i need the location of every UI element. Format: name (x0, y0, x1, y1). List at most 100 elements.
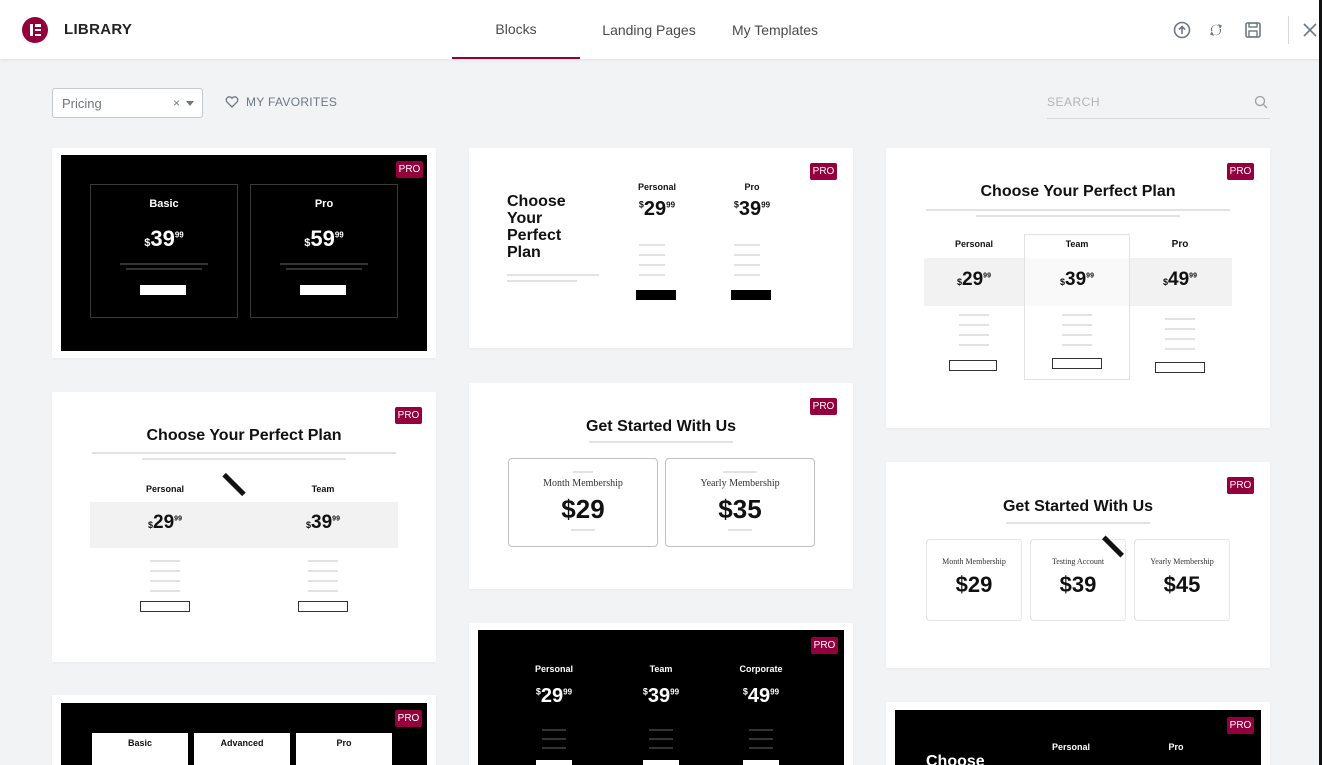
placeholder-text (1062, 334, 1092, 336)
plan-name: Yearly Membership (700, 478, 780, 489)
template-title: Get Started With Us (1002, 498, 1154, 515)
choose-button (636, 290, 676, 300)
placeholder-text (723, 471, 757, 473)
placeholder-text (1006, 522, 1150, 524)
placeholder-text (573, 471, 593, 473)
template-card-pricing-side-title[interactable]: PRO Choose Your Perfect Plan Personal Pr… (469, 148, 853, 348)
upload-icon[interactable] (1172, 20, 1192, 40)
placeholder-text (728, 529, 752, 531)
placeholder-text (649, 738, 673, 740)
category-select[interactable]: Pricing × (52, 88, 203, 118)
placeholder-text (571, 529, 595, 531)
plan-price: $45 (1163, 572, 1201, 597)
pro-badge: PRO (395, 407, 422, 424)
library-content: Pricing × MY FAVORITES SEARCH PRO Basic … (0, 59, 1320, 765)
plan-price: $3999 (733, 198, 771, 220)
library-tabs: Blocks Landing Pages My Templates (452, 0, 832, 59)
tab-my-templates[interactable]: My Templates (718, 0, 832, 59)
template-card-membership-three[interactable]: PRO Get Started With Us Month Membership… (886, 462, 1270, 668)
plan-price: $5999 (304, 226, 344, 251)
template-card-pricing-dark-two[interactable]: PRO Basic Pro $3999 $5999 (52, 148, 436, 358)
get-started-button (140, 601, 190, 612)
tab-blocks[interactable]: Blocks (452, 0, 580, 59)
elementor-logo-icon (22, 17, 48, 43)
heart-icon (225, 96, 239, 108)
get-started-button (298, 601, 348, 612)
plan-name: Team (311, 484, 335, 494)
placeholder-text (639, 274, 665, 276)
template-card-pricing-two-cols[interactable]: PRO Choose Your Perfect Plan Personal Te… (52, 392, 436, 662)
plan-name: Team (649, 664, 673, 674)
plan-price: $29 (561, 494, 605, 524)
placeholder-text (639, 254, 665, 256)
pro-badge: PRO (1227, 477, 1254, 494)
placeholder-text (92, 452, 396, 454)
template-title: Get Started With Us (585, 418, 737, 435)
category-select-value: Pricing (62, 96, 102, 111)
placeholder-text (749, 747, 773, 749)
pro-badge: PRO (1227, 717, 1254, 734)
placeholder-text (1165, 348, 1195, 350)
placeholder-text (976, 215, 1180, 217)
placeholder-text (507, 280, 577, 282)
plan-name: Team (1065, 239, 1089, 249)
placeholder-text (150, 560, 180, 562)
get-started-button (300, 285, 346, 295)
template-card-pricing-dark-side[interactable]: PRO Choose Personal Pro (886, 702, 1270, 765)
placeholder-text (308, 580, 338, 582)
my-favorites-button[interactable]: MY FAVORITES (225, 95, 337, 109)
template-card-pricing-dark-corporate[interactable]: PRO Personal Team Corporate $2999 $3999 … (469, 623, 853, 765)
placeholder-text (649, 729, 673, 731)
plan-price: $3999 (642, 685, 680, 707)
placeholder-text (589, 441, 733, 443)
template-title: Choose Your Perfect Plan (146, 427, 342, 444)
plan-name: Personal (145, 484, 185, 494)
plan-name: Personal (954, 239, 994, 249)
placeholder-text (1062, 314, 1092, 316)
placeholder-text (649, 747, 673, 749)
plan-price: $3999 (1060, 269, 1094, 290)
template-card-membership-two[interactable]: PRO Get Started With Us Month Membership… (469, 383, 853, 589)
placeholder-text (1062, 344, 1092, 346)
template-card-pricing-three-cols[interactable]: PRO Choose Your Perfect Plan Personal Te… (886, 148, 1270, 428)
plan-name: Yearly Membership (1150, 557, 1214, 566)
placeholder-text (150, 590, 180, 592)
plan-name: Pro (1168, 742, 1184, 752)
plan-name: Testing Account (1051, 557, 1105, 566)
close-icon[interactable] (1300, 20, 1320, 40)
placeholder-text (126, 268, 202, 270)
plan-price: $3999 (306, 512, 340, 533)
plan-name: Basic (149, 198, 179, 210)
placeholder-text (734, 254, 760, 256)
pro-badge: PRO (1227, 163, 1254, 180)
placeholder-text (639, 244, 665, 246)
clear-selection-icon[interactable]: × (173, 96, 180, 110)
placeholder-text (308, 570, 338, 572)
search-input[interactable]: SEARCH (1047, 87, 1270, 119)
template-title: Choose Your Perfect Plan (980, 183, 1176, 200)
placeholder-text (959, 334, 989, 336)
choose-button (743, 760, 779, 765)
tab-landing-pages[interactable]: Landing Pages (580, 0, 718, 59)
template-title: Choose (926, 753, 985, 765)
placeholder-text (734, 264, 760, 266)
plan-name: Pro (314, 198, 334, 210)
placeholder-text (120, 263, 208, 265)
plan-name: Month Membership (543, 478, 623, 489)
chevron-down-icon[interactable] (186, 101, 194, 106)
placeholder-text (959, 314, 989, 316)
placeholder-text (507, 274, 599, 276)
search-icon[interactable] (1254, 95, 1268, 109)
placeholder-text (749, 729, 773, 731)
placeholder-text (542, 747, 566, 749)
sync-icon[interactable] (1206, 20, 1226, 40)
plan-name: Personal (534, 664, 574, 674)
plan-price: $4999 (1163, 269, 1197, 290)
save-icon[interactable] (1243, 20, 1263, 40)
placeholder-text (1062, 324, 1092, 326)
header-divider (1288, 16, 1289, 44)
plan-name: Personal (637, 182, 677, 192)
get-started-button (1155, 362, 1205, 373)
placeholder-text (749, 738, 773, 740)
template-card-pricing-dark-three[interactable]: PRO Basic Advanced Pro (52, 695, 436, 765)
